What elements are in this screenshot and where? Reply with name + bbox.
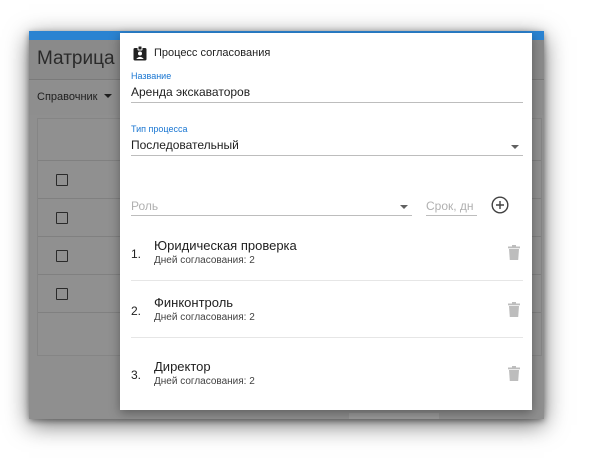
trash-icon[interactable]	[508, 366, 520, 381]
name-field-underline	[131, 102, 523, 103]
step-days: Дней согласования: 2	[154, 376, 255, 387]
trash-icon[interactable]	[508, 302, 520, 317]
step-days: Дней согласования: 2	[154, 312, 255, 323]
directory-dropdown-label: Справочник	[37, 91, 98, 103]
list-item: 1. Юридическая проверка Дней согласовани…	[120, 234, 532, 274]
row-checkbox[interactable]	[56, 212, 68, 224]
term-days-input[interactable]: Срок, дн	[426, 199, 474, 213]
list-item: 2. Финконтроль Дней согласования: 2	[120, 291, 532, 331]
chevron-down-icon[interactable]	[511, 145, 519, 149]
process-type-label: Тип процесса	[131, 124, 188, 134]
name-field[interactable]: Аренда экскаваторов	[131, 85, 250, 99]
row-checkbox[interactable]	[56, 174, 68, 186]
row-checkbox[interactable]	[56, 288, 68, 300]
badge-icon	[133, 45, 147, 60]
role-select[interactable]: Роль	[131, 199, 158, 213]
step-days: Дней согласования: 2	[154, 255, 255, 266]
process-type-select[interactable]: Последовательный	[131, 138, 239, 152]
bottom-tab	[349, 413, 439, 419]
page-title: Матрица с	[37, 48, 130, 69]
step-role-name: Финконтроль	[154, 295, 234, 310]
process-type-underline	[131, 155, 523, 156]
list-item: 3. Директор Дней согласования: 2	[120, 355, 532, 395]
step-number: 1.	[131, 247, 142, 261]
name-field-label: Название	[131, 71, 172, 81]
dialog-title: Процесс согласования	[133, 44, 270, 62]
role-select-underline	[131, 215, 412, 216]
term-days-underline	[426, 215, 477, 216]
dialog-title-text: Процесс согласования	[154, 47, 271, 59]
chevron-down-icon[interactable]	[400, 205, 408, 209]
directory-dropdown[interactable]: Справочник	[37, 91, 112, 103]
step-role-name: Юридическая проверка	[154, 238, 297, 253]
step-number: 2.	[131, 304, 142, 318]
step-number: 3.	[131, 368, 142, 382]
add-circle-icon[interactable]	[491, 196, 509, 214]
step-role-name: Директор	[154, 359, 211, 374]
approval-process-dialog: Процесс согласования Название Аренда экс…	[120, 33, 532, 410]
divider	[131, 280, 523, 281]
chevron-down-icon	[103, 94, 112, 98]
trash-icon[interactable]	[508, 245, 520, 260]
row-checkbox[interactable]	[56, 250, 68, 262]
divider	[131, 337, 523, 338]
